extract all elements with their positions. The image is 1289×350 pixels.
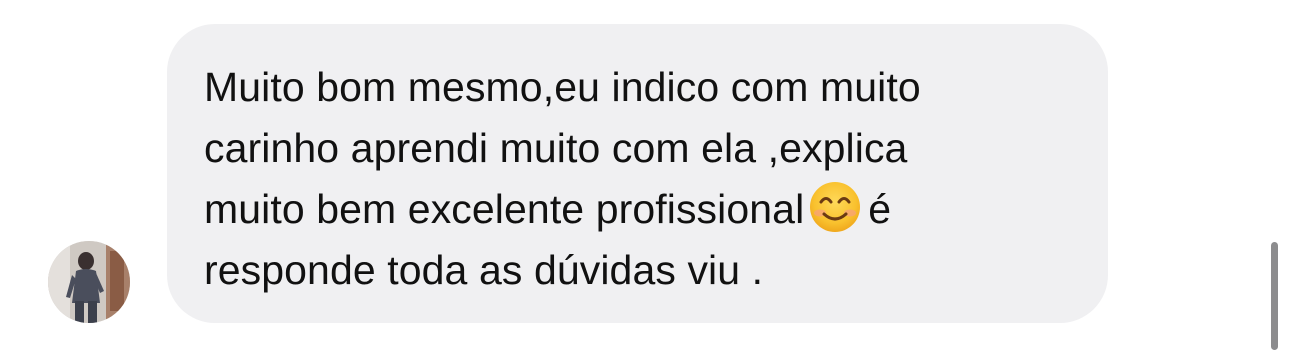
message-text: Muito bom mesmo,eu indico com muito cari… xyxy=(204,57,1078,301)
vertical-scrollbar[interactable] xyxy=(1271,242,1278,350)
sender-avatar[interactable] xyxy=(48,241,130,323)
message-line-4: responde toda as dúvidas viu . xyxy=(204,247,764,293)
message-bubble[interactable]: Muito bom mesmo,eu indico com muito cari… xyxy=(167,24,1108,323)
message-line-1: Muito bom mesmo,eu indico com muito xyxy=(204,64,921,110)
avatar-photo xyxy=(48,241,130,323)
chat-message-row: Muito bom mesmo,eu indico com muito cari… xyxy=(0,0,1289,350)
message-line-2: carinho aprendi muito com ela ,explica xyxy=(204,125,908,171)
smiling-face-emoji-icon xyxy=(808,180,862,234)
message-line-3-text: muito bem excelente profissional xyxy=(204,186,805,232)
message-line-3-tail: é xyxy=(868,186,892,232)
message-line-3: muito bem excelente profissional é xyxy=(204,179,1078,240)
